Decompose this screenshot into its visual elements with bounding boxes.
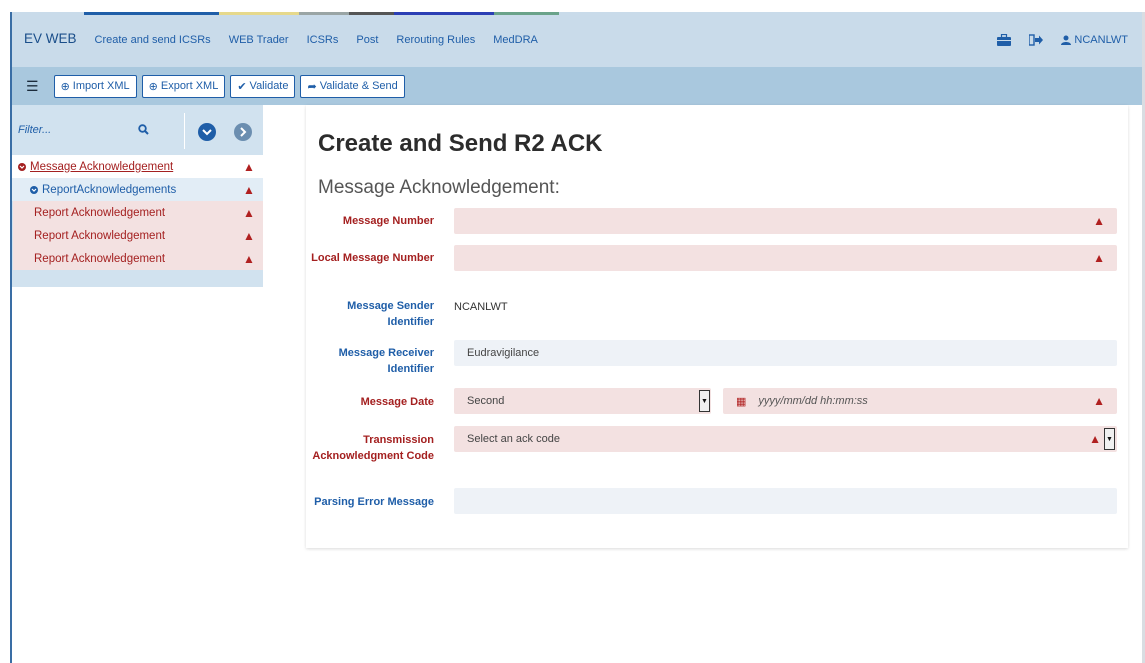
next-icon[interactable] [234,123,252,141]
plus-circle-icon: ⊕ [148,80,158,93]
chevron-down-circle-icon[interactable] [18,162,26,171]
warning-icon: ▲ [1089,432,1101,446]
import-xml-label: Import XML [72,80,130,92]
chevron-down-icon[interactable]: ▼ [699,390,710,412]
briefcase-icon[interactable] [997,33,1012,46]
hamburger-icon[interactable]: ☰ [26,78,39,95]
check-icon: ✔ [237,80,247,93]
nav-link-web-trader[interactable]: WEB Trader [229,34,289,46]
page-title: Create and Send R2 ACK [318,130,603,157]
validate-send-label: Validate & Send [319,80,398,92]
warning-icon: ▲ [243,182,255,197]
expand-all-icon[interactable] [198,123,216,141]
sender-value: NCANLWT [454,301,508,313]
divider [184,113,185,149]
receiver-field[interactable]: Eudravigilance [454,340,1117,366]
warning-icon: ▲ [243,228,255,243]
warning-icon: ▲ [1093,394,1105,408]
warning-icon: ▲ [1093,214,1105,228]
user-name: NCANLWT [1074,33,1128,46]
warning-icon: ▲ [243,251,255,266]
brand-logo[interactable]: EV WEB [24,31,77,46]
local-message-number-field[interactable]: ▲ [454,245,1117,271]
tree-item-report-acknowledgement[interactable]: Report Acknowledgement ▲ [13,201,263,224]
section-title: Message Acknowledgement: [318,177,560,198]
sender-label: Message Sender Identifier [347,300,434,328]
validate-label: Validate [249,80,289,92]
nav-right: NCANLWT [997,12,1128,67]
tree-item-label: Report Acknowledgement [34,206,166,219]
tree-item-label: ReportAcknowledgements [42,183,177,196]
nav-links: Create and send ICSRs WEB Trader ICSRs P… [95,34,556,46]
date-precision-value: Second [467,395,505,407]
filter-row: Filter... [12,105,263,155]
receiver-label: Message Receiver Identifier [338,347,434,375]
send-icon: ➦ [307,80,317,93]
import-xml-button[interactable]: ⊕ Import XML [53,74,137,98]
date-placeholder: yyyy/mm/dd hh:mm:ss [758,395,868,407]
nav-link-rerouting-rules[interactable]: Rerouting Rules [396,34,475,46]
main-panel: Create and Send R2 ACK Message Acknowled… [306,105,1128,548]
date-precision-select[interactable]: Second [454,388,711,414]
ack-code-select[interactable]: Select an ack code ▲ [454,426,1117,452]
ack-code-label: Transmission Acknowledgment Code [312,434,434,462]
validate-send-button[interactable]: ➦ Validate & Send [300,74,405,98]
export-xml-button[interactable]: ⊕ Export XML [141,74,226,98]
validate-button[interactable]: ✔ Validate [230,74,296,98]
nav-link-create-send[interactable]: Create and send ICSRs [95,34,211,46]
tree-item-report-acknowledgement[interactable]: Report Acknowledgement ▲ [13,224,263,247]
nav-link-post[interactable]: Post [356,34,378,46]
tree-item-report-acknowledgements[interactable]: ReportAcknowledgements ▲ [12,178,263,201]
local-message-number-label: Local Message Number [311,252,434,264]
message-date-label: Message Date [360,396,434,408]
top-navbar: EV WEB Create and send ICSRs WEB Trader … [12,12,1142,67]
parsing-error-field[interactable] [454,488,1117,514]
tree-item-report-acknowledgement[interactable]: Report Acknowledgement ▲ [13,247,263,270]
sign-out-icon[interactable] [1028,33,1044,46]
tree-item-label: Report Acknowledgement [34,229,166,242]
sidebar: Filter... Message Acknowledgement ▲ Repo… [12,105,263,287]
user-menu[interactable]: NCANLWT [1061,34,1128,46]
nav-link-meddra[interactable]: MedDRA [493,34,538,46]
chevron-down-circle-icon[interactable] [30,185,38,194]
calendar-icon[interactable]: ▦ [736,395,746,408]
ack-code-placeholder: Select an ack code [467,433,560,445]
warning-icon: ▲ [243,205,255,220]
tree-item-message-acknowledgement[interactable]: Message Acknowledgement ▲ [12,155,263,178]
parsing-error-label: Parsing Error Message [314,496,434,508]
warning-icon: ▲ [243,159,255,174]
filter-input[interactable]: Filter... [18,124,118,136]
warning-icon: ▲ [1093,251,1105,265]
nav-link-icsrs[interactable]: ICSRs [307,34,339,46]
chevron-down-icon[interactable]: ▼ [1104,428,1115,450]
message-number-field[interactable]: ▲ [454,208,1117,234]
toolbar: ☰ ⊕ Import XML ⊕ Export XML ✔ Validate ➦… [12,67,1142,105]
search-icon[interactable] [138,124,149,138]
tree-item-label: Report Acknowledgement [34,252,166,265]
plus-circle-icon: ⊕ [60,80,70,93]
user-icon [1061,35,1072,45]
left-edge [0,0,10,663]
message-date-input[interactable]: ▦ yyyy/mm/dd hh:mm:ss ▲ [723,388,1117,414]
export-xml-label: Export XML [160,80,219,92]
tree-item-label: Message Acknowledgement [30,160,174,173]
top-color-stripes [84,12,564,15]
message-number-label: Message Number [342,215,434,227]
receiver-value: Eudravigilance [467,347,540,359]
